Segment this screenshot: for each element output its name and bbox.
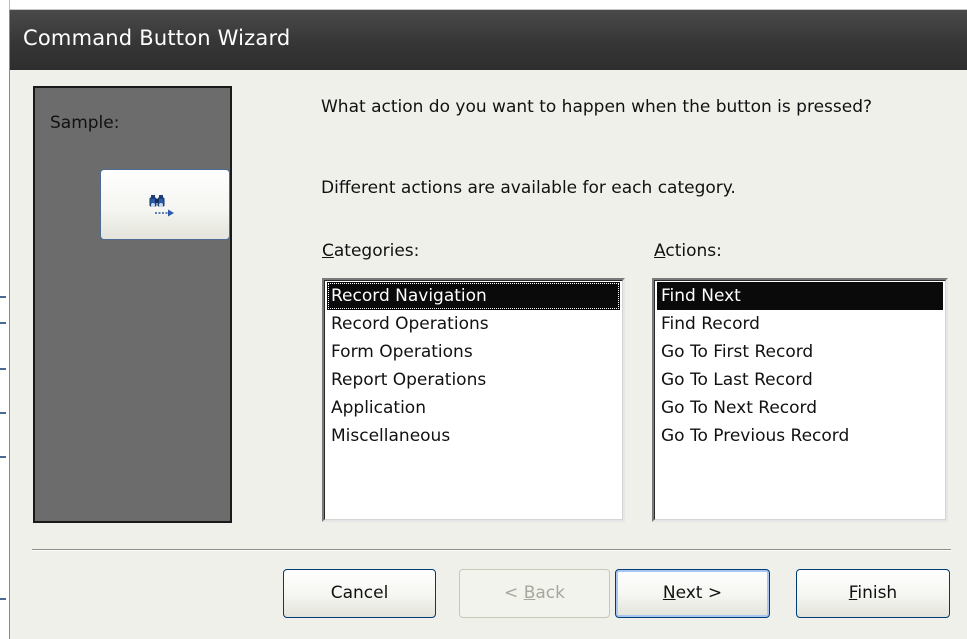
- cancel-button[interactable]: Cancel: [283, 569, 436, 618]
- wizard-info: Different actions are available for each…: [321, 178, 736, 198]
- categories-listbox[interactable]: Record Navigation Record Operations Form…: [322, 278, 625, 522]
- actions-item-go-to-previous-record[interactable]: Go To Previous Record: [657, 422, 943, 450]
- categories-item-record-navigation[interactable]: Record Navigation: [327, 282, 620, 310]
- categories-item-application[interactable]: Application: [327, 394, 620, 422]
- actions-listbox-frame: Find Next Find Record Go To First Record…: [654, 280, 946, 520]
- actions-item-go-to-last-record[interactable]: Go To Last Record: [657, 366, 943, 394]
- command-button-wizard-dialog: Command Button Wizard Sample: What actio…: [9, 10, 967, 639]
- categories-label-accel: C: [322, 241, 334, 261]
- categories-item-form-operations[interactable]: Form Operations: [327, 338, 620, 366]
- categories-item-miscellaneous[interactable]: Miscellaneous: [327, 422, 620, 450]
- actions-item-find-next[interactable]: Find Next: [657, 282, 943, 310]
- back-button-text: ack: [535, 583, 565, 603]
- back-button-prefix: <: [504, 583, 524, 603]
- background-window-fragments: [0, 0, 9, 639]
- actions-listbox[interactable]: Find Next Find Record Go To First Record…: [652, 278, 948, 522]
- finish-button-text: inish: [857, 583, 898, 603]
- finish-button[interactable]: Finish: [796, 569, 950, 618]
- wizard-question: What action do you want to happen when t…: [321, 97, 873, 117]
- actions-label-accel: A: [654, 241, 666, 261]
- next-button[interactable]: Next >: [615, 569, 770, 618]
- sample-preview-button: [100, 169, 230, 240]
- actions-label-text: ctions:: [665, 241, 722, 261]
- categories-label: Categories:: [322, 241, 419, 261]
- actions-item-go-to-next-record[interactable]: Go To Next Record: [657, 394, 943, 422]
- title-bar[interactable]: Command Button Wizard: [10, 10, 967, 70]
- actions-item-find-record[interactable]: Find Record: [657, 310, 943, 338]
- button-row-separator: [32, 549, 951, 551]
- sample-panel: Sample:: [33, 86, 232, 523]
- categories-listbox-frame: Record Navigation Record Operations Form…: [324, 280, 623, 520]
- categories-label-text: ategories:: [333, 241, 420, 261]
- window-title: Command Button Wizard: [23, 26, 291, 50]
- next-button-text: ext >: [675, 583, 723, 603]
- back-button[interactable]: < Back: [459, 569, 610, 618]
- next-button-accel: N: [662, 583, 676, 603]
- categories-item-record-operations[interactable]: Record Operations: [327, 310, 620, 338]
- background-window-edge: [0, 0, 967, 10]
- categories-item-report-operations[interactable]: Report Operations: [327, 366, 620, 394]
- actions-item-go-to-first-record[interactable]: Go To First Record: [657, 338, 943, 366]
- sample-label: Sample:: [50, 113, 120, 133]
- back-button-accel: B: [523, 583, 536, 603]
- binoculars-find-next-icon: [149, 195, 174, 217]
- actions-label: Actions:: [654, 241, 722, 261]
